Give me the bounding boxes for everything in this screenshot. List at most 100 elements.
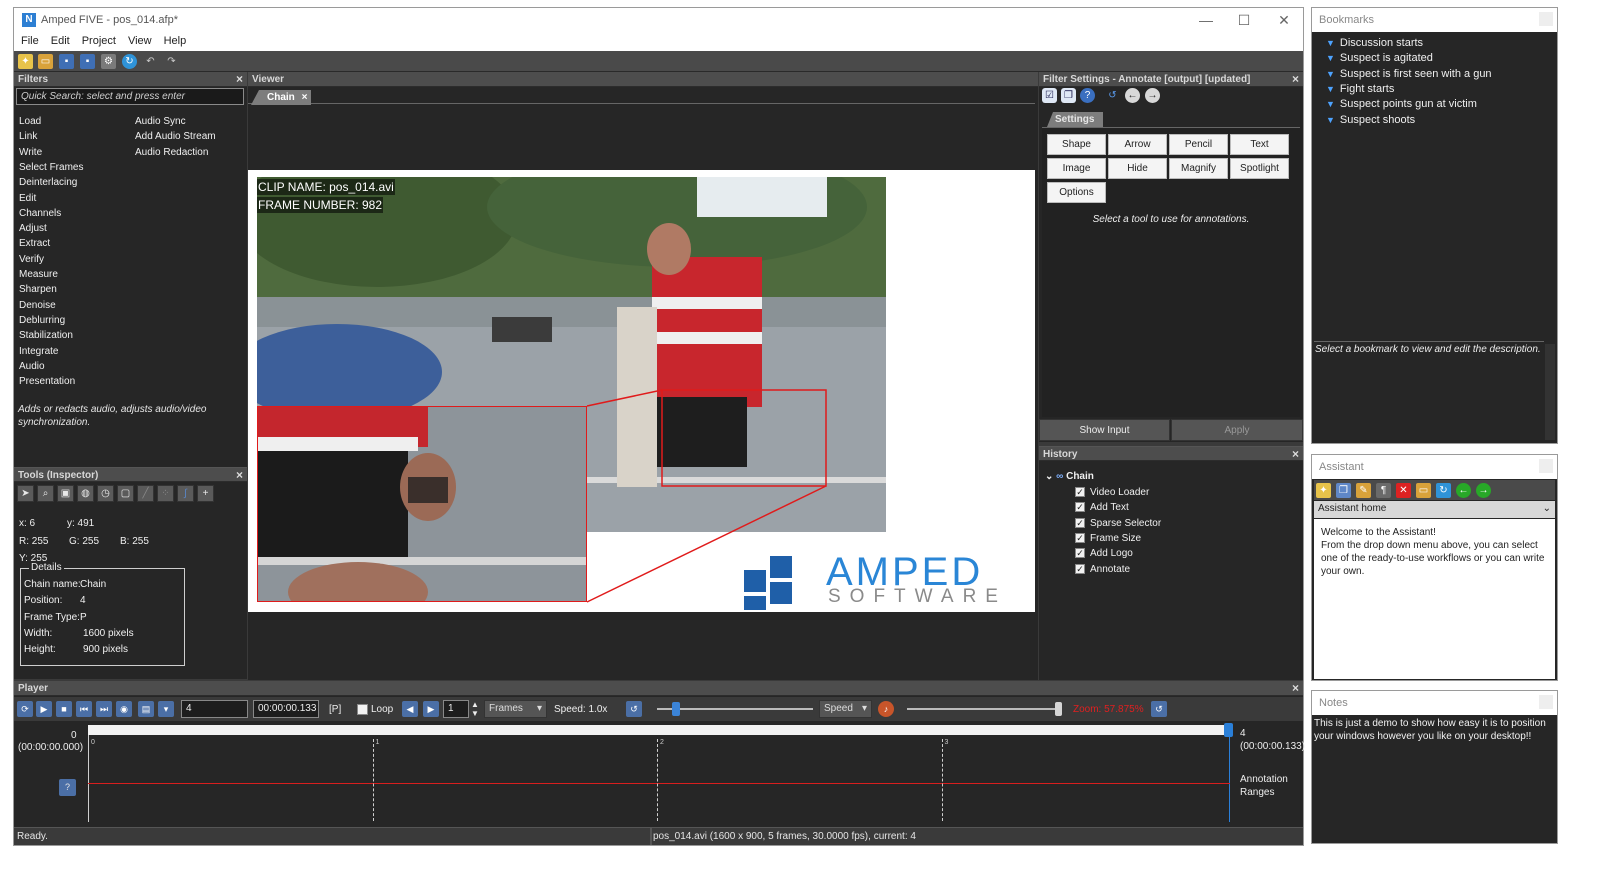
apply-button[interactable]: Apply [1171, 419, 1303, 441]
filter-category-item[interactable]: Adjust [19, 223, 47, 234]
filter-category-item[interactable]: Link [19, 131, 37, 142]
close-icon[interactable]: × [1292, 447, 1299, 461]
delete-icon[interactable]: ✕ [1396, 483, 1411, 498]
filter-category-item[interactable]: Audio [19, 361, 45, 372]
annotation-range-track[interactable] [88, 783, 1230, 784]
close-button[interactable] [1539, 695, 1553, 709]
filter-category-item[interactable]: Write [19, 147, 42, 158]
bookmark-description-scrollbar[interactable] [1545, 344, 1555, 440]
filter-category-item[interactable]: Integrate [19, 346, 58, 357]
refresh-icon[interactable]: ↻ [122, 54, 137, 69]
step-forward-icon[interactable]: ▶ [423, 701, 439, 717]
tab-settings[interactable]: Settings [1047, 112, 1103, 127]
back-icon[interactable]: ← [1125, 88, 1140, 103]
maximize-button[interactable]: ☐ [1224, 10, 1264, 30]
history-checkbox[interactable]: ✓ [1075, 548, 1085, 559]
help-icon[interactable]: ? [1080, 88, 1095, 103]
history-item[interactable]: Video Loader [1090, 487, 1149, 498]
history-item[interactable]: Add Text [1090, 502, 1129, 513]
show-input-button[interactable]: Show Input [1039, 419, 1170, 441]
fit-zoom-icon[interactable]: ↺ [1151, 701, 1167, 717]
options-tool-button[interactable]: Options [1047, 182, 1106, 203]
filter-category-item[interactable]: Verify [19, 254, 44, 265]
filter-category-item[interactable]: Deinterlacing [19, 177, 77, 188]
edit-workflow-icon[interactable]: ✎ [1356, 483, 1371, 498]
image-tool-button[interactable]: Image [1047, 158, 1106, 179]
filter-subitem[interactable]: Add Audio Stream [135, 131, 216, 142]
close-button[interactable] [1539, 12, 1553, 26]
tab-chain[interactable]: Chain × [251, 90, 311, 105]
shape-tool-button[interactable]: Shape [1047, 134, 1106, 155]
bookmark-item[interactable]: ▼ Fight starts [1326, 83, 1394, 95]
time-input[interactable]: 00:00:00.133 [253, 700, 319, 718]
step-input[interactable]: 1 [443, 700, 469, 718]
checklist-icon[interactable]: ☑ [1042, 88, 1057, 103]
filter-subitem[interactable]: Audio Redaction [135, 147, 208, 158]
filter-category-item[interactable]: Load [19, 116, 41, 127]
first-frame-icon[interactable]: ⏮ [76, 701, 92, 717]
history-checkbox[interactable]: ✓ [1075, 487, 1085, 497]
filter-category-item[interactable]: Select Frames [19, 162, 83, 173]
menu-file[interactable]: File [14, 32, 44, 47]
copy-settings-icon[interactable]: ❐ [1061, 88, 1076, 103]
filter-category-item[interactable]: Denoise [19, 300, 56, 311]
zoom-icon[interactable]: ⌕ [37, 485, 54, 502]
history-item[interactable]: Sparse Selector [1090, 518, 1161, 529]
reset-speed-icon[interactable]: ↺ [626, 701, 642, 717]
rectangle-select-icon[interactable]: ▢ [117, 485, 134, 502]
open-folder-icon[interactable]: ▭ [38, 54, 53, 69]
filter-category-item[interactable]: Extract [19, 238, 50, 249]
unit-dropdown[interactable]: Frames ▾ [484, 700, 547, 718]
magnify-tool-button[interactable]: Magnify [1169, 158, 1228, 179]
pencil-tool-button[interactable]: Pencil [1169, 134, 1228, 155]
line-icon[interactable]: ╱ [137, 485, 154, 502]
bookmark-item[interactable]: ▼ Suspect shoots [1326, 114, 1415, 126]
undo-icon[interactable]: ↶ [143, 54, 158, 69]
close-icon[interactable]: × [1292, 72, 1299, 86]
speed-dropdown[interactable]: Speed ▾ [819, 700, 872, 718]
history-item[interactable]: Annotate [1090, 564, 1130, 575]
redo-icon[interactable]: ↷ [164, 54, 179, 69]
snapshot-icon[interactable]: ◉ [116, 701, 132, 717]
zoom-slider-thumb[interactable] [1054, 702, 1062, 716]
minimize-button[interactable]: — [1186, 10, 1226, 30]
play-icon[interactable]: ▶ [36, 701, 52, 717]
step-back-icon[interactable]: ◀ [402, 701, 418, 717]
hide-tool-button[interactable]: Hide [1108, 158, 1167, 179]
menu-project[interactable]: Project [75, 32, 121, 47]
menu-view[interactable]: View [121, 32, 157, 47]
reset-icon[interactable]: ↺ [1105, 88, 1120, 103]
new-workflow-icon[interactable]: ✦ [1316, 483, 1331, 498]
step-spinner-icon[interactable]: ▲ ▼ [471, 700, 479, 718]
pointer-icon[interactable]: ➤ [17, 485, 34, 502]
history-item[interactable]: Frame Size [1090, 533, 1141, 544]
open-folder-icon[interactable]: ▭ [1416, 483, 1431, 498]
filter-category-item[interactable]: Stabilization [19, 330, 73, 341]
filter-category-item[interactable]: Presentation [19, 376, 75, 387]
snapshot-icon[interactable]: ▣ [57, 485, 74, 502]
globe-icon[interactable]: ◍ [77, 485, 94, 502]
history-checkbox[interactable]: ✓ [1075, 502, 1085, 513]
sync-icon[interactable]: ⟳ [17, 701, 33, 717]
timeline-bar[interactable] [88, 725, 1231, 735]
history-root-chain[interactable]: ⌄ ∞ Chain [1045, 471, 1094, 482]
zoom-slider[interactable] [907, 702, 1062, 716]
forward-icon[interactable]: → [1476, 483, 1491, 498]
forward-icon[interactable]: → [1145, 88, 1160, 103]
close-button[interactable]: ✕ [1264, 10, 1304, 30]
format-icon[interactable]: ¶ [1376, 483, 1391, 498]
stop-icon[interactable]: ■ [56, 701, 72, 717]
history-checkbox[interactable]: ✓ [1075, 517, 1085, 528]
spotlight-tool-button[interactable]: Spotlight [1230, 158, 1289, 179]
settings-icon[interactable]: ⚙ [101, 54, 116, 69]
save-as-icon[interactable]: ▪ [80, 54, 95, 69]
new-project-icon[interactable]: ✦ [18, 54, 33, 69]
history-item[interactable]: Add Logo [1090, 548, 1133, 559]
back-icon[interactable]: ← [1456, 483, 1471, 498]
export-icon[interactable]: ▤ [138, 701, 154, 717]
frame-input[interactable]: 4 [181, 700, 248, 718]
notes-text[interactable]: This is just a demo to show how easy it … [1314, 717, 1554, 743]
filter-category-item[interactable]: Channels [19, 208, 61, 219]
quick-search-input[interactable]: Quick Search: select and press enter [16, 88, 244, 105]
filter-category-item[interactable]: Deblurring [19, 315, 65, 326]
